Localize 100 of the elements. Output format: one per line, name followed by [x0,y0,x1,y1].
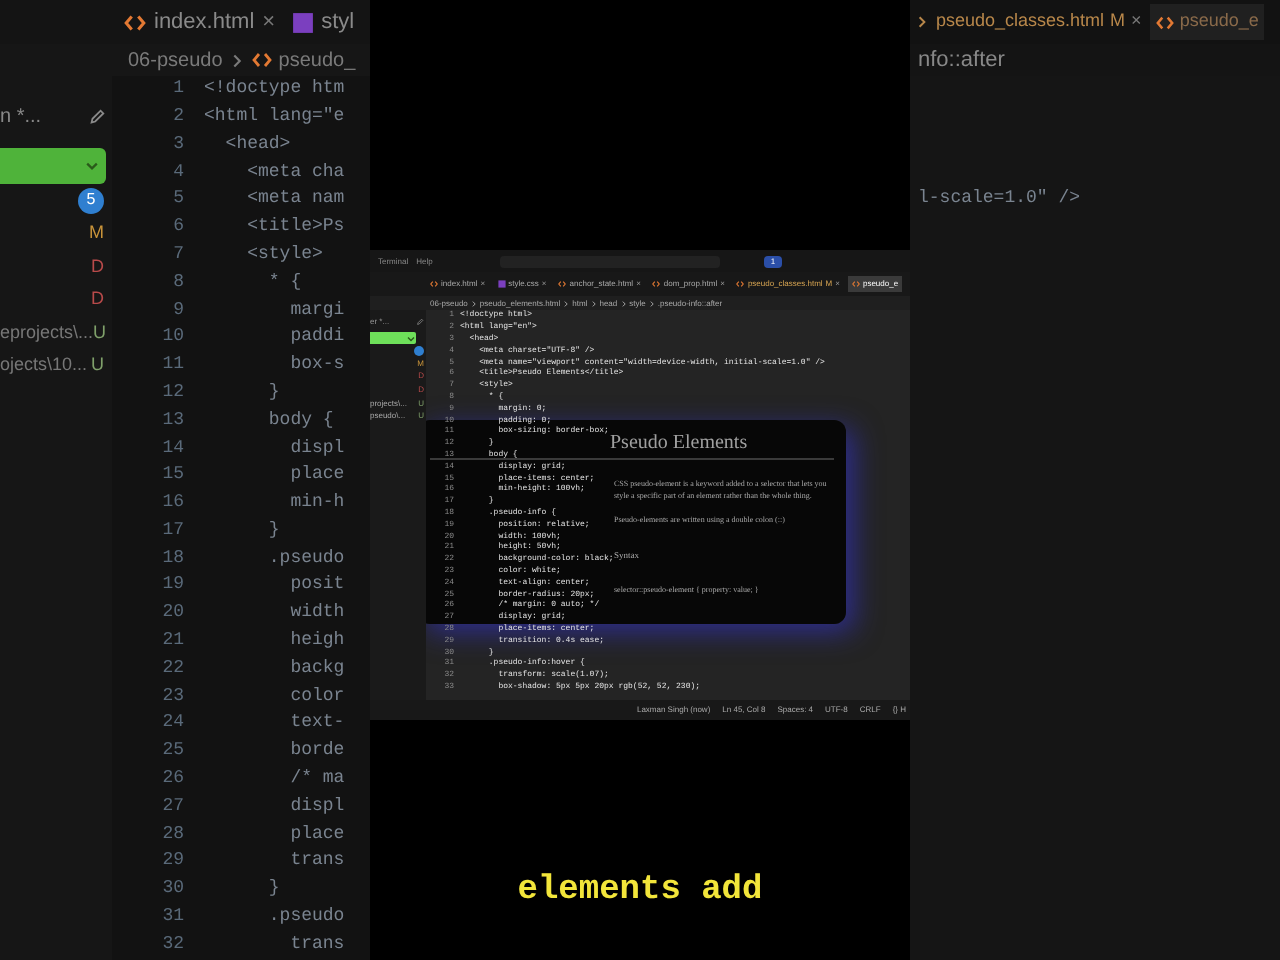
code-line: min-h [288,490,345,517]
line-number: 12 [160,379,186,406]
editor-tab[interactable]: pseudo_classes.html M × [910,8,1142,36]
line-number: 25 [160,738,186,765]
chevron-icon [228,51,247,69]
code-line: text- [288,710,345,737]
line-number: 28 [160,821,186,848]
code-brackets-icon [652,280,661,288]
code-line: width [288,600,345,627]
line-number: 19 [160,572,186,599]
line-number: 10 [160,324,186,351]
line-number: 30 [160,876,186,903]
count-badge [414,345,424,356]
line-number: 3 [171,131,186,158]
line-number: 7 [171,241,186,268]
code-brackets-icon [736,280,745,288]
caret-icon [406,333,416,343]
code-line: paddi [288,324,345,351]
line-number: 4 [171,159,186,186]
line-number: 8 [171,269,186,296]
card-title: Pseudo Elements [610,432,750,456]
code-line: <html lang="e [204,103,345,130]
line-number: 14 [160,435,186,461]
caption-text: elements add [517,870,763,914]
code-line: box-s [288,352,345,379]
line-number: 6 [171,214,186,241]
status-letter: U [91,352,104,378]
code-line: } [266,517,280,544]
code-line: place [288,462,345,489]
code-line: <meta nam [245,186,345,213]
code-line: color [288,683,345,710]
status-letter: D [91,286,104,312]
chevron-icon [914,14,930,30]
code-line: <meta cha [245,159,345,186]
line-number: 31 [160,904,186,931]
code-brackets-icon [430,280,438,288]
line-number: 24 [160,710,186,737]
code-line: trans [288,931,345,958]
line-number: 5 [171,186,186,213]
line-number: 26 [160,766,186,793]
code-line: <!doctype htm [204,76,345,103]
line-number: 2 [171,103,186,130]
caret-icon [84,158,100,174]
code-line: <title>Ps [245,214,345,241]
status-letter: M [89,220,104,246]
code-line: place [288,821,345,848]
code-brackets-icon [1155,13,1174,31]
code-line: } [266,876,280,903]
pencil-icon[interactable] [416,318,424,326]
stylesheet-icon [497,280,506,288]
code-line: l-scale=1.0" /> [918,188,1081,208]
code-brackets-icon [851,280,860,288]
line-number: 17 [160,517,186,544]
code-line: backg [288,655,345,682]
status-letter: D [91,253,104,279]
close-icon[interactable]: × [1131,8,1142,36]
breadcrumb-item[interactable]: 06-pseudo [128,45,223,75]
code-line: /* ma [288,766,345,793]
editor-tab[interactable]: index.html × [124,5,276,39]
stylesheet-icon [291,11,314,33]
code-brackets-icon [124,11,146,33]
line-number: 32 [160,931,186,958]
line-number: 9 [171,297,186,324]
code-brackets-icon [252,50,273,70]
editor-tab[interactable]: styl [291,5,355,39]
file-name[interactable]: eprojects\... [0,319,94,346]
filter-text: n *... [0,103,42,131]
code-line: displ [288,435,345,461]
pencil-icon[interactable] [88,107,106,125]
code-line: body { [266,407,334,434]
code-line: * { [266,269,302,296]
code-line: displ [288,793,345,820]
code-line: margi [288,297,345,324]
status-letter: M [1110,8,1126,35]
code-line: borde [288,738,345,765]
line-number: 15 [160,462,186,489]
code-line: <style> [245,241,323,268]
code-line: .pseudo [266,545,345,572]
count-badge: 5 [78,187,104,214]
line-number: 13 [160,407,186,434]
line-number: 21 [160,628,186,655]
line-number: 18 [160,545,186,572]
commit-button[interactable] [370,332,416,344]
breadcrumb-item[interactable]: nfo::after [918,43,1005,77]
close-icon[interactable]: × [262,5,276,39]
line-number: 11 [160,352,186,379]
line-number: 20 [160,600,186,627]
line-number: 22 [160,655,186,682]
line-number: 27 [160,793,186,820]
code-brackets-icon [558,280,567,288]
code-line: heigh [288,628,345,655]
code-line: .pseudo [266,904,345,931]
code-line: trans [288,848,345,875]
code-line: posit [288,572,345,599]
line-number: 29 [160,848,186,875]
code-line: } [266,379,280,406]
file-name[interactable]: ojects\10... [0,352,88,379]
code-line: <head> [223,131,291,158]
breadcrumb-item[interactable]: pseudo_ [278,45,356,75]
line-number: 23 [160,683,186,710]
